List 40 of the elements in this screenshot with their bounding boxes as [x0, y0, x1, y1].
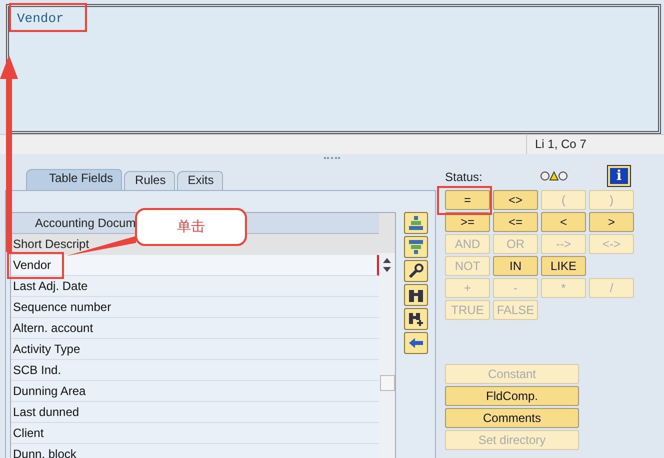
cursor-position: Li 1, Co 7 — [534, 136, 588, 153]
list-item[interactable]: Dunn. block — [11, 444, 379, 458]
operator-button[interactable]: <> — [493, 190, 538, 210]
scroll-up-icon[interactable] — [382, 257, 392, 263]
operator-button[interactable]: IN — [493, 256, 538, 276]
info-button[interactable]: i — [608, 166, 630, 186]
action-button[interactable]: Comments — [445, 408, 579, 428]
operator-button[interactable]: LIKE — [541, 256, 586, 276]
tab[interactable]: Rules — [124, 171, 175, 190]
scrollbar-thumb[interactable] — [380, 375, 394, 391]
scrollbar[interactable] — [379, 213, 395, 458]
editor-text: Vendor — [17, 11, 64, 26]
list-item[interactable]: Activity Type — [11, 339, 379, 360]
list-item[interactable]: Client — [11, 423, 379, 444]
list-item[interactable]: Vendor — [11, 255, 379, 276]
list-item[interactable]: Dunning Area — [11, 381, 379, 402]
list-item[interactable]: SCB Ind. — [11, 360, 379, 381]
scroll-down-icon[interactable] — [382, 267, 392, 273]
status-lights-icon — [540, 170, 568, 182]
tab[interactable]: Exits — [176, 171, 223, 190]
list-item[interactable]: Altern. account — [11, 318, 379, 339]
highlight-frame — [7, 252, 64, 279]
operator-button[interactable]: < — [541, 212, 586, 232]
list-item[interactable]: Sequence number — [11, 297, 379, 318]
text-editor[interactable]: Vendor — [6, 4, 661, 134]
highlight-frame — [437, 186, 492, 215]
callout: 单击 — [135, 208, 247, 246]
operator-button[interactable]: = — [445, 190, 490, 210]
operator-button[interactable]: <= — [493, 212, 538, 232]
list-item[interactable]: Last Adj. Date — [11, 276, 379, 297]
splitter-handle[interactable] — [324, 157, 340, 161]
tab[interactable]: Table Fields — [26, 169, 122, 190]
filter-icon[interactable] — [404, 236, 428, 258]
list-item[interactable]: Last dunned — [11, 402, 379, 423]
hierarchy-icon[interactable] — [404, 212, 428, 234]
operator-button[interactable]: > — [589, 212, 634, 232]
scrollbar-corner — [379, 213, 395, 253]
status-label: Status: — [445, 170, 484, 184]
operator-button[interactable]: >= — [445, 212, 490, 232]
action-button[interactable]: FldComp. — [445, 386, 579, 406]
